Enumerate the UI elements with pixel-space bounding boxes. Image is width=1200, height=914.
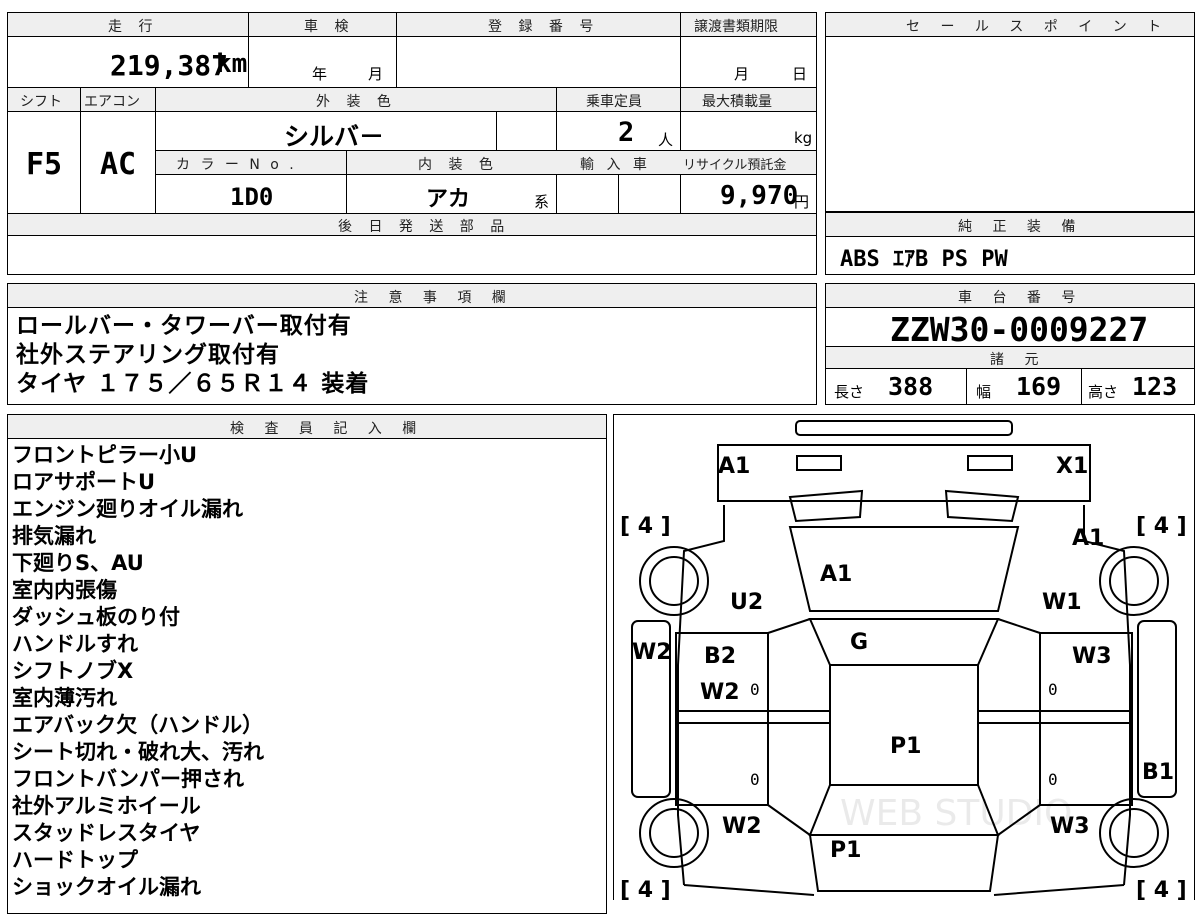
left-fender-mark: U2 <box>730 590 763 615</box>
tire-rear-right: [ 4 ] <box>1136 878 1187 901</box>
inspector-line: シート切れ・破れ大、汚れ <box>12 740 264 764</box>
tire-front-left: [ 4 ] <box>620 514 671 539</box>
recycle-fee-value: 9,970 <box>720 181 799 211</box>
sale-points-panel: セ ー ル ス ポ イ ン ト <box>825 12 1195 212</box>
transfer-day-unit: 日 <box>792 65 808 83</box>
windshield-mark: G <box>850 630 868 655</box>
header-capacity: 乗車定員 <box>586 94 642 110</box>
inspector-line: ショックオイル漏れ <box>12 875 201 899</box>
front-left-mark: A1 <box>718 454 750 479</box>
hood-mark: A1 <box>820 562 852 587</box>
inspector-line: ロアサポートU <box>12 470 156 494</box>
capacity-value: 2 <box>618 117 635 148</box>
right-fender-mark: W1 <box>1042 590 1082 615</box>
notes-panel: 注 意 事 項 欄 ロールバー・タワーバー取付有 社外ステアリング取付有 タイヤ… <box>7 283 817 405</box>
header-maxload: 最大積載量 <box>702 94 772 110</box>
maxload-unit: kg <box>794 129 813 147</box>
left-rear-mark: W2 <box>722 814 762 839</box>
mileage-unit: km <box>216 49 248 79</box>
header-color-number: カ ラ ー N o . <box>176 157 297 173</box>
left-door-mark-2: W2 <box>700 680 740 705</box>
length-value: 388 <box>888 372 934 401</box>
roof-mark: P1 <box>890 734 921 759</box>
specs-header: 諸 元 <box>990 352 1047 368</box>
inspector-line: スタッドレスタイヤ <box>12 821 201 845</box>
car-damage-diagram: [ 4 ] [ 4 ] [ 4 ] [ 4 ] A1 X1 A1 A1 U2 W… <box>613 414 1195 901</box>
inspector-line: 室内内張傷 <box>12 578 117 602</box>
inspector-line: フロントピラー小U <box>12 443 198 467</box>
inspector-line: エアバック欠（ハンドル） <box>12 713 264 737</box>
shift-value: F5 <box>26 147 63 182</box>
genuine-equipment-items: ABS ｴｱB PS PW <box>840 247 1008 272</box>
inspector-line: シフトノブX <box>12 659 134 683</box>
inspection-year-unit: 年 <box>312 65 328 83</box>
header-shift: シフト <box>20 94 62 110</box>
chassis-number: ZZW30-0009227 <box>890 310 1149 349</box>
height-value: 123 <box>1132 372 1178 401</box>
exterior-color-value: シルバ－ <box>284 122 385 151</box>
note-line: 社外ステアリング取付有 <box>16 342 280 368</box>
inspector-line: ダッシュ板のり付 <box>12 605 180 629</box>
note-line: タイヤ １７５／６５Ｒ１４ 装着 <box>16 371 370 397</box>
vehicle-info-form: 走 行 車 検 登 録 番 号 譲渡書類期限 219,387 km 年 月 月 … <box>7 12 817 275</box>
inspector-line: 排気漏れ <box>12 524 96 548</box>
inspector-line: 室内薄汚れ <box>12 686 117 710</box>
genuine-equipment-header: 純 正 装 備 <box>958 219 1084 235</box>
watermark: WEB STUDIO <box>840 793 1072 834</box>
inspector-line: 下廻りS、AU <box>12 551 144 575</box>
inspector-panel: 検 査 員 記 入 欄 フロントピラー小U ロアサポートU エンジン廻りオイル漏… <box>7 414 607 914</box>
inspector-line: エンジン廻りオイル漏れ <box>12 497 243 521</box>
headlight-right-mark: A1 <box>1072 526 1104 551</box>
header-exterior: 外 装 色 <box>316 94 397 110</box>
inspection-month-unit: 月 <box>368 65 384 83</box>
sale-points-header: セ ー ル ス ポ イ ン ト <box>906 19 1170 35</box>
width-label: 幅 <box>976 383 992 401</box>
header-interior: 内 装 色 <box>418 157 499 173</box>
inspector-header: 検 査 員 記 入 欄 <box>230 421 425 437</box>
right-rear-door-zero: 0 <box>1048 770 1058 789</box>
inspector-line: フロントバンパー押され <box>12 767 245 791</box>
right-quarter-mark: B1 <box>1142 760 1174 785</box>
aircon-value: AC <box>100 147 137 182</box>
transfer-month-unit: 月 <box>734 65 750 83</box>
notes-header: 注 意 事 項 欄 <box>354 290 514 306</box>
capacity-unit: 人 <box>658 131 674 149</box>
header-import: 輸 入 車 <box>580 157 651 173</box>
width-value: 169 <box>1016 372 1062 401</box>
header-recycle: リサイクル預託金 <box>683 158 787 173</box>
chassis-header: 車 台 番 号 <box>958 290 1084 306</box>
note-line: ロールバー・タワーバー取付有 <box>16 313 352 339</box>
header-mileage: 走 行 <box>108 19 159 35</box>
color-number-value: 1D0 <box>230 183 274 211</box>
inspector-line: ハンドルすれ <box>12 632 138 656</box>
inspector-line: 社外アルミホイール <box>12 794 201 818</box>
tire-front-right: [ 4 ] <box>1136 514 1187 539</box>
header-inspection: 車 検 <box>304 19 355 35</box>
diagram-labels: [ 4 ] [ 4 ] [ 4 ] [ 4 ] A1 X1 A1 A1 U2 W… <box>620 454 1187 901</box>
length-label: 長さ <box>834 383 865 401</box>
left-door-zero: 0 <box>750 680 760 699</box>
header-transfer-deadline: 譲渡書類期限 <box>694 19 778 35</box>
trunk-mark: P1 <box>830 838 861 863</box>
header-later-parts: 後 日 発 送 部 品 <box>338 219 511 235</box>
header-aircon: エアコン <box>84 94 140 110</box>
mileage-value: 219,387 <box>110 49 229 82</box>
genuine-equipment-panel: 純 正 装 備 ABS ｴｱB PS PW <box>825 212 1195 275</box>
left-rocker-mark: W2 <box>632 640 672 665</box>
left-door-mark: B2 <box>704 644 736 669</box>
height-label: 高さ <box>1088 383 1119 401</box>
interior-unit: 系 <box>534 193 550 211</box>
inspector-line: ハードトップ <box>12 848 138 872</box>
interior-color-value: アカ <box>426 187 471 212</box>
recycle-fee-unit: 円 <box>794 193 810 211</box>
right-door-zero: 0 <box>1048 680 1058 699</box>
chassis-specs-panel: 車 台 番 号 ZZW30-0009227 諸 元 長さ 388 幅 169 高… <box>825 283 1195 405</box>
left-rear-door-zero: 0 <box>750 770 760 789</box>
header-registration: 登 録 番 号 <box>488 19 600 35</box>
tire-rear-left: [ 4 ] <box>620 878 671 901</box>
right-door-mark: W3 <box>1072 644 1112 669</box>
front-right-mark: X1 <box>1056 454 1088 479</box>
